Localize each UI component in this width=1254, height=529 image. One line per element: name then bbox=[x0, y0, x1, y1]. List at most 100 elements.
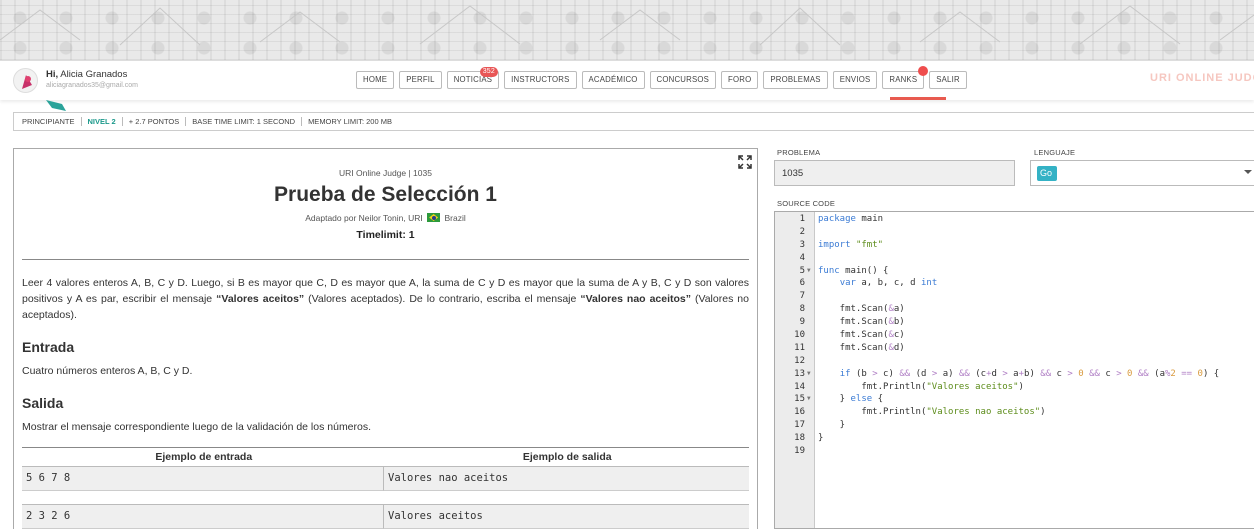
line-number: 3 bbox=[799, 239, 805, 250]
code-line[interactable]: 13 ▼ if (b > c) && (d > a) && (c+d > a+b)… bbox=[775, 368, 1254, 381]
code-line[interactable]: 2 bbox=[775, 226, 1254, 239]
line-number: 5 bbox=[799, 265, 805, 276]
code-text: fmt.Println("Valores aceitos") bbox=[818, 381, 1024, 392]
nav-instructors-label: INSTRUCTORS bbox=[511, 75, 570, 84]
brazil-flag-icon bbox=[427, 213, 441, 222]
user-greeting: Hi, Alicia Granados bbox=[46, 69, 127, 80]
line-number: 16 bbox=[794, 407, 805, 418]
code-line[interactable]: 12 bbox=[775, 355, 1254, 368]
example-output: Valores aceitos bbox=[384, 504, 749, 529]
fold-arrow-icon[interactable]: ▼ bbox=[807, 368, 811, 381]
banner-illustration bbox=[0, 5, 1254, 46]
code-line[interactable]: 10 fmt.Scan(&c) bbox=[775, 329, 1254, 342]
main-nav: HOME PERFIL NOTICIAS 352 INSTRUCTORS ACAD… bbox=[356, 66, 967, 89]
nav-envios[interactable]: ENVIOS bbox=[832, 71, 878, 89]
example-input-header: Ejemplo de entrada bbox=[155, 451, 253, 463]
nav-salir-label: SALIR bbox=[936, 75, 960, 84]
code-line[interactable]: 17 } bbox=[775, 419, 1254, 432]
top-navigation-bar: Hi, Alicia Granados aliciagranados35@gma… bbox=[0, 60, 1254, 100]
user-name: Alicia Granados bbox=[60, 69, 128, 80]
line-number: 17 bbox=[794, 420, 805, 431]
expand-icon[interactable] bbox=[738, 155, 752, 169]
description-accepted: “Valores aceitos” bbox=[216, 293, 305, 305]
code-text: fmt.Scan(&b) bbox=[818, 317, 905, 328]
code-line[interactable]: 18} bbox=[775, 432, 1254, 445]
nav-salir[interactable]: SALIR bbox=[929, 71, 967, 89]
code-line[interactable]: 16 fmt.Println("Valores nao aceitos") bbox=[775, 406, 1254, 419]
problem-description: Leer 4 valores enteros A, B, C y D. Lueg… bbox=[22, 275, 749, 323]
nav-home-label: HOME bbox=[363, 75, 388, 84]
line-number: 2 bbox=[799, 226, 805, 237]
brand-logo-text: URI ONLINE JUDGE bbox=[1150, 72, 1254, 84]
output-heading: Salida bbox=[22, 395, 64, 411]
greeting-prefix: Hi, bbox=[46, 69, 59, 80]
problem-id-field[interactable]: 1035 bbox=[774, 160, 1015, 186]
nav-ranks-label: RANKS bbox=[889, 75, 918, 84]
example-input: 2 3 2 6 bbox=[22, 504, 384, 529]
nav-academico[interactable]: ACADÉMICO bbox=[581, 71, 645, 89]
output-description: Mostrar el mensaje correspondiente luego… bbox=[22, 421, 372, 433]
nav-noticias[interactable]: NOTICIAS 352 bbox=[446, 67, 500, 89]
nav-foro[interactable]: FORO bbox=[721, 71, 759, 89]
fold-arrow-icon[interactable]: ▼ bbox=[807, 265, 811, 278]
nav-perfil-label: PERFIL bbox=[406, 75, 435, 84]
code-text: fmt.Println("Valores nao aceitos") bbox=[818, 407, 1046, 418]
base-time-limit: BASE TIME LIMIT: 1 SECOND bbox=[185, 117, 301, 126]
problem-points: + 2.7 PONTOS bbox=[121, 117, 186, 126]
examples-header: Ejemplo de entrada Ejemplo de salida bbox=[22, 447, 749, 463]
nav-perfil[interactable]: PERFIL bbox=[399, 71, 442, 89]
code-editor[interactable]: 1 package main 2 3 import "fmt" 4 5 ▼ func main(… bbox=[774, 211, 1254, 529]
code-lines: 1 package main 2 3 import "fmt" 4 5 ▼ func main(… bbox=[775, 213, 1254, 458]
user-avatar-icon bbox=[22, 75, 32, 89]
code-line[interactable]: 9 fmt.Scan(&b) bbox=[775, 316, 1254, 329]
code-line[interactable]: 8 fmt.Scan(&a) bbox=[775, 303, 1254, 316]
author-country: Brazil bbox=[444, 213, 466, 223]
example-input: 5 6 7 8 bbox=[22, 466, 384, 491]
problem-panel: URI Online Judge | 1035 Prueba de Selecc… bbox=[13, 148, 758, 529]
code-text: import "fmt" bbox=[818, 239, 884, 250]
code-line[interactable]: 1 package main bbox=[775, 213, 1254, 226]
problem-category: PRINCIPIANTE bbox=[22, 117, 75, 126]
nav-ranks[interactable]: RANKS bbox=[882, 66, 929, 89]
nav-concursos-label: CONCURSOS bbox=[656, 75, 710, 84]
code-text: var a, b, c, d int bbox=[839, 278, 938, 289]
nav-instructors[interactable]: INSTRUCTORS bbox=[504, 71, 577, 89]
fold-arrow-icon[interactable]: ▼ bbox=[807, 393, 811, 406]
problem-field-label: PROBLEMA bbox=[777, 148, 821, 157]
line-number: 14 bbox=[794, 381, 805, 392]
language-select[interactable]: Go bbox=[1030, 160, 1254, 186]
source-code-label: SOURCE CODE bbox=[777, 199, 836, 208]
code-text: fmt.Scan(&c) bbox=[818, 330, 905, 341]
problem-level: NIVEL 2 bbox=[80, 117, 122, 126]
selected-language: Go bbox=[1037, 166, 1057, 181]
nav-home[interactable]: HOME bbox=[356, 71, 395, 89]
chevron-down-icon bbox=[1244, 170, 1252, 174]
code-line[interactable]: 11 fmt.Scan(&d) bbox=[775, 342, 1254, 355]
line-number: 11 bbox=[794, 342, 805, 353]
code-text: } else { bbox=[818, 394, 884, 405]
header-banner bbox=[0, 0, 1254, 60]
code-text: func main() { bbox=[818, 265, 889, 276]
line-number: 6 bbox=[799, 278, 805, 289]
code-line[interactable]: 15 ▼ } else { bbox=[775, 393, 1254, 406]
code-line[interactable]: 4 bbox=[775, 252, 1254, 265]
problem-info-bar: PRINCIPIANTE NIVEL 2 + 2.7 PONTOS BASE T… bbox=[13, 112, 1254, 131]
author-text: Adaptado por Neilor Tonin, URI bbox=[305, 213, 423, 223]
code-line[interactable]: 6 var a, b, c, d int bbox=[775, 277, 1254, 290]
code-text: } bbox=[818, 420, 846, 431]
uri-logo-icon bbox=[46, 100, 66, 111]
code-line[interactable]: 5 ▼ func main() { bbox=[775, 265, 1254, 278]
input-heading: Entrada bbox=[22, 339, 75, 355]
code-line[interactable]: 7 bbox=[775, 290, 1254, 303]
code-line[interactable]: 3 import "fmt" bbox=[775, 239, 1254, 252]
nav-problemas[interactable]: PROBLEMAS bbox=[763, 71, 828, 89]
avatar[interactable] bbox=[13, 68, 38, 93]
notifications-badge: 352 bbox=[479, 67, 498, 77]
code-line[interactable]: 14 fmt.Println("Valores aceitos") bbox=[775, 381, 1254, 394]
code-line[interactable]: 19 bbox=[775, 445, 1254, 458]
line-number: 9 bbox=[799, 317, 805, 328]
ranks-alert-dot bbox=[918, 66, 929, 76]
divider bbox=[22, 259, 749, 260]
line-number: 19 bbox=[794, 446, 805, 457]
nav-concursos[interactable]: CONCURSOS bbox=[649, 71, 717, 89]
